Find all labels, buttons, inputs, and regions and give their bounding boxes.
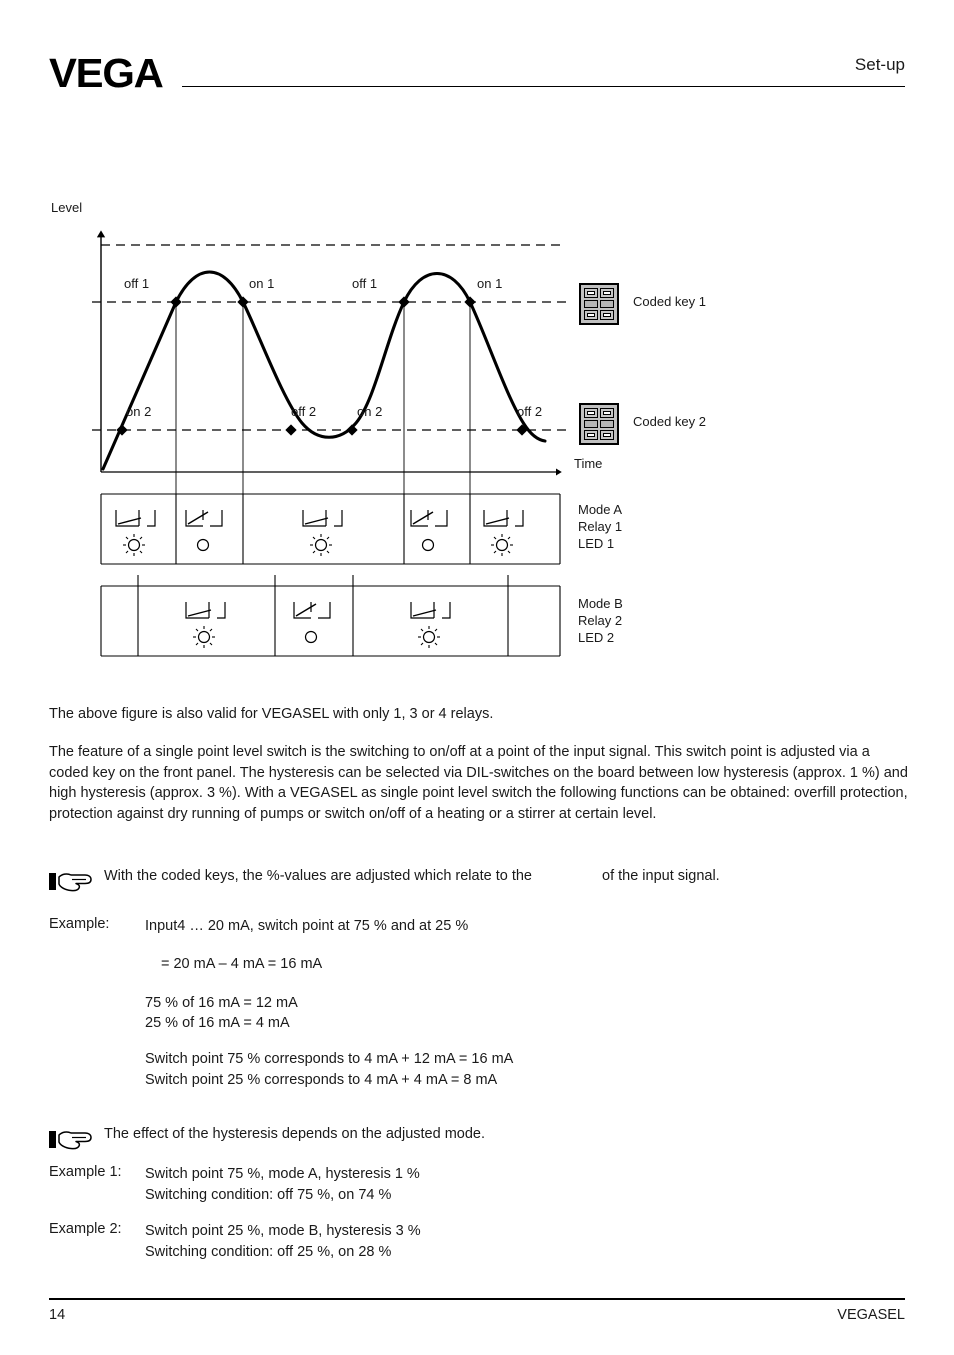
example-line-5: Switch point 75 % corresponds to 4 mA + … xyxy=(145,1051,514,1067)
curve-label-on-2-a: on 2 xyxy=(126,404,152,419)
coded-key-1-label: Coded key 1 xyxy=(633,294,706,309)
curve-label-off-2-b: off 2 xyxy=(517,404,543,419)
curve-label-on-1-a: on 1 xyxy=(249,276,275,291)
diagram-canvas xyxy=(92,230,566,657)
marker-on-1-b xyxy=(464,296,476,308)
coded-key-2-icon xyxy=(579,403,619,445)
coded-key-1-icon xyxy=(579,283,619,325)
example-line-1: Input4 … 20 mA, switch point at 75 % and… xyxy=(145,918,469,934)
mode-b-line-1: Mode B xyxy=(578,596,623,611)
mode-b-line-2: Relay 2 xyxy=(578,613,623,628)
relay-symbol-open-b2 xyxy=(293,602,331,644)
relay-symbol-closed-a3 xyxy=(302,510,343,556)
relay-symbol-closed-b3 xyxy=(410,602,451,648)
mode-b-line-3: LED 2 xyxy=(578,630,615,645)
relay-symbol-closed-a1 xyxy=(115,510,156,556)
footer-divider xyxy=(49,1298,905,1300)
example-line-4: 25 % of 16 mA = 4 mA xyxy=(145,1015,290,1031)
relay-symbol-open-a4 xyxy=(410,510,448,552)
example-1-line-2: Switching condition: off 75 %, on 74 % xyxy=(145,1187,392,1203)
curve-label-on-2-b: on 2 xyxy=(357,404,383,419)
curve-label-off-1-a: off 1 xyxy=(124,276,150,291)
example-line-6: Switch point 25 % corresponds to 4 mA + … xyxy=(145,1072,498,1088)
relay-symbol-open-a2 xyxy=(185,510,223,552)
product-name: VEGASEL xyxy=(837,1307,905,1323)
curve-label-off-1-b: off 1 xyxy=(352,276,378,291)
marker-off-1-a xyxy=(170,296,182,308)
example-1-label: Example 1: xyxy=(49,1164,122,1180)
header-divider xyxy=(182,86,905,87)
note-coded-keys-text-part2: of the input signal. xyxy=(602,868,720,884)
note-hysteresis-text: The effect of the hysteresis depends on … xyxy=(104,1126,486,1142)
pointing-hand-icon xyxy=(49,873,92,892)
example-line-2: = 20 mA – 4 mA = 16 mA xyxy=(161,956,323,972)
level-switching-diagram: Level Time off 1 on 1 off 1 on 1 on 2 of… xyxy=(0,190,954,680)
marker-off-2-a xyxy=(285,424,297,436)
curve-label-off-2-a: off 2 xyxy=(291,404,317,419)
page-number: 14 xyxy=(49,1307,66,1323)
paragraph-feature-description: The feature of a single point level swit… xyxy=(49,744,908,822)
note-coded-keys-text-part1: With the coded keys, the %-values are ad… xyxy=(104,868,532,884)
mode-a-line-3: LED 1 xyxy=(578,536,615,551)
mode-a-line-2: Relay 1 xyxy=(578,519,623,534)
page-header: VEGA Set-up xyxy=(0,0,954,110)
mode-b-label: Mode B Relay 2 LED 2 xyxy=(578,595,623,646)
mode-a-label: Mode A Relay 1 LED 1 xyxy=(578,501,622,552)
relay-symbol-closed-a5 xyxy=(483,510,524,556)
header-section-title: Set-up xyxy=(854,55,905,74)
paragraph-validity: The above figure is also valid for VEGAS… xyxy=(49,706,494,722)
coded-key-2-label: Coded key 2 xyxy=(633,414,706,429)
curve-label-on-1-b: on 1 xyxy=(477,276,503,291)
marker-off-1-b xyxy=(398,296,410,308)
example-2-label: Example 2: xyxy=(49,1221,122,1237)
relay-symbol-closed-b1 xyxy=(185,602,226,648)
marker-on-2-b xyxy=(346,424,358,436)
example-2-line-1: Switch point 25 %, mode B, hysteresis 3 … xyxy=(145,1223,421,1239)
example-2-line-2: Switching condition: off 25 %, on 28 % xyxy=(145,1244,392,1260)
vega-logo: VEGA xyxy=(49,50,164,96)
mode-a-line-1: Mode A xyxy=(578,502,623,517)
example-1-line-1: Switch point 75 %, mode A, hysteresis 1 … xyxy=(145,1166,420,1182)
example-line-3: 75 % of 16 mA = 12 mA xyxy=(145,995,298,1011)
marker-on-1-a xyxy=(237,296,249,308)
example-label: Example: xyxy=(49,916,110,932)
pointing-hand-icon xyxy=(49,1131,92,1150)
